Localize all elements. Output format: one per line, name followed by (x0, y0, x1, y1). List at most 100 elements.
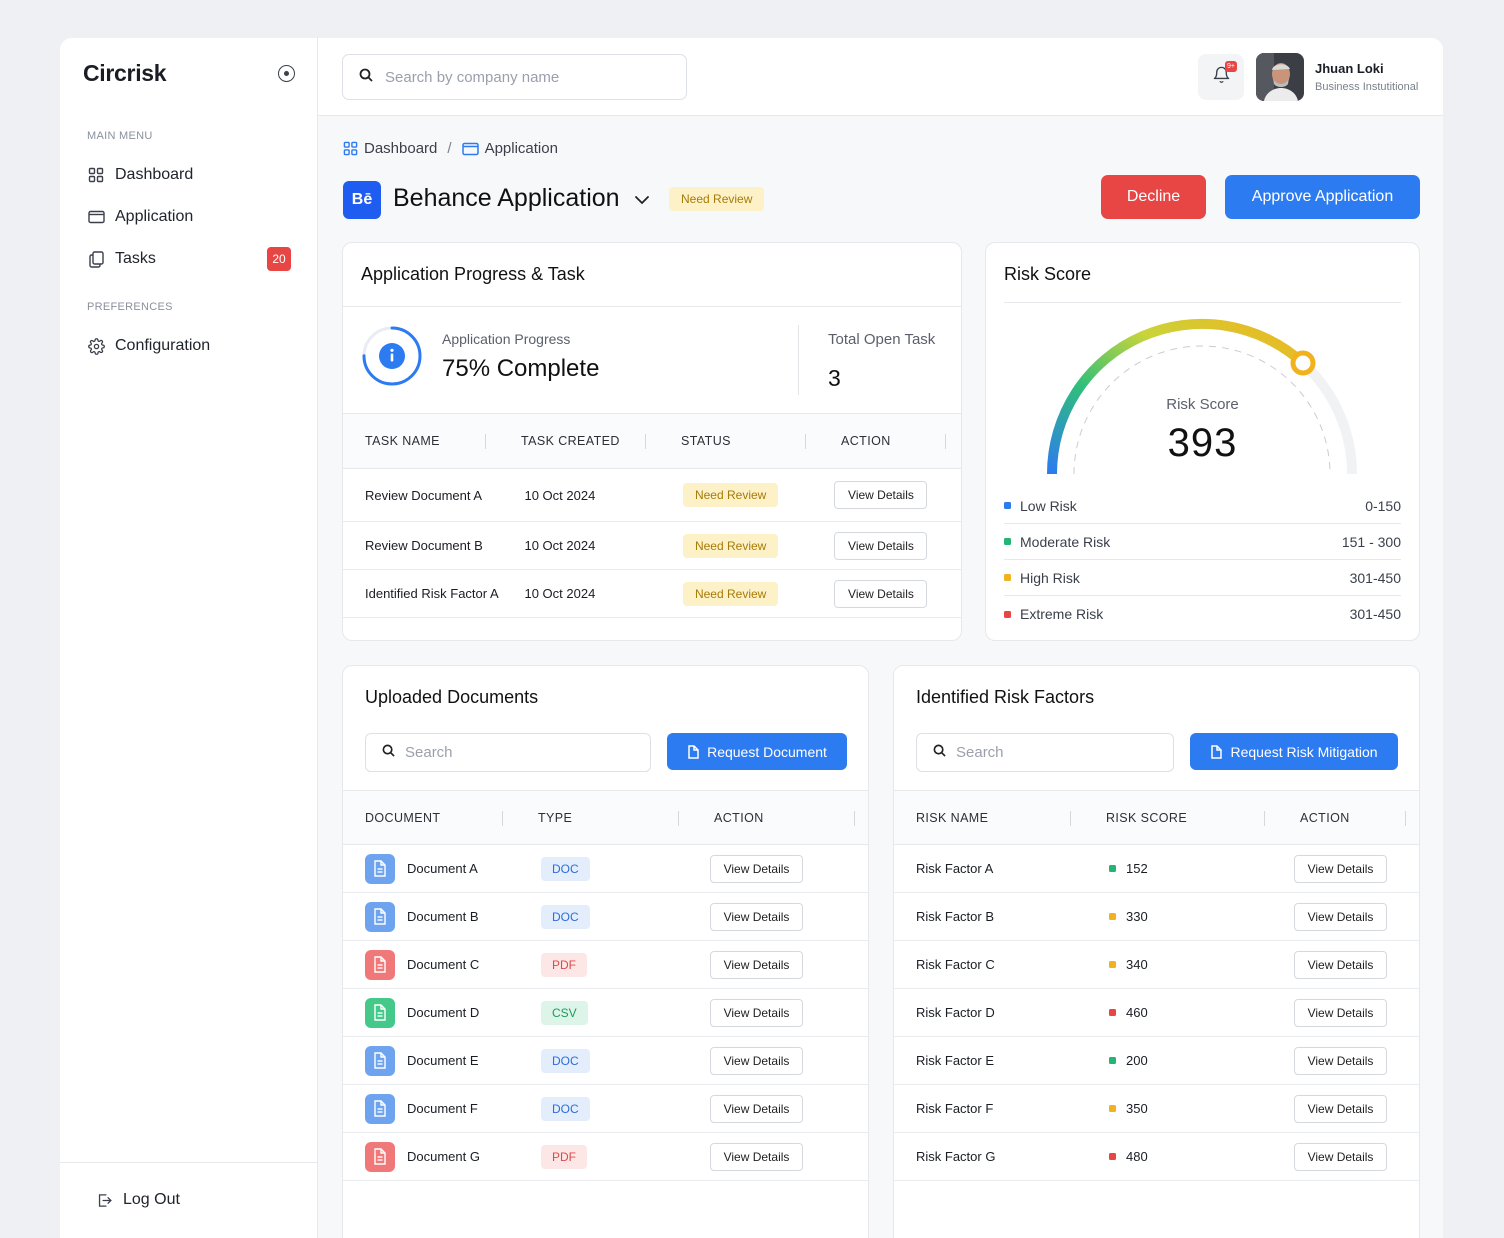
topbar: 9+ Jhuan Loki Business Instutitional (318, 38, 1443, 116)
table-row: Document A DOC View Details (343, 845, 868, 893)
sidebar-item-application[interactable]: Application (87, 202, 293, 232)
card-title: Identified Risk Factors (916, 687, 1095, 707)
divider (798, 325, 799, 395)
view-details-button[interactable]: View Details (710, 998, 803, 1027)
document-search[interactable] (365, 733, 651, 772)
file-type-badge: DOC (541, 856, 590, 881)
risk-legend: Low Risk 0-150 Moderate Risk 151 - 300 H… (1004, 488, 1401, 632)
main-menu-label: MAIN MENU (87, 130, 153, 142)
column-header: TASK NAME (343, 414, 486, 468)
avatar[interactable] (1256, 53, 1304, 101)
document-name: Document C (407, 957, 480, 972)
file-type-badge: DOC (541, 1048, 590, 1073)
request-risk-mitigation-button[interactable]: Request Risk Mitigation (1190, 733, 1398, 770)
legend-item: Low Risk 0-150 (1004, 488, 1401, 524)
view-details-button[interactable]: View Details (1294, 950, 1387, 979)
decline-button[interactable]: Decline (1101, 175, 1206, 219)
brand-logo: Circrisk (83, 60, 167, 86)
legend-range: 0-150 (1365, 497, 1401, 514)
progress-value: 75% Complete (442, 355, 600, 382)
breadcrumb-separator: / (447, 140, 452, 157)
risk-search[interactable] (916, 733, 1174, 772)
table-row: Review Document A 10 Oct 2024 Need Revie… (343, 469, 961, 522)
sidebar-item-label: Tasks (115, 250, 156, 267)
column-header: DOCUMENT (343, 791, 503, 844)
document-name: Document A (407, 861, 478, 876)
document-name: Document E (407, 1053, 479, 1068)
view-details-button[interactable]: View Details (834, 531, 928, 560)
risk-name: Risk Factor G (916, 1149, 996, 1164)
view-details-button[interactable]: View Details (710, 854, 803, 883)
search-icon (933, 744, 946, 762)
table-row: Risk Factor G 480 View Details (894, 1133, 1419, 1181)
view-details-button[interactable]: View Details (834, 579, 928, 608)
breadcrumb-dashboard[interactable]: Dashboard (343, 140, 437, 157)
logout-area: Log Out (60, 1162, 318, 1238)
document-name: Document G (407, 1149, 480, 1164)
legend-swatch (1004, 502, 1011, 509)
table-header: TASK NAME TASK CREATED STATUS ACTION (343, 413, 961, 469)
table-row: Document E DOC View Details (343, 1037, 868, 1085)
request-document-button[interactable]: Request Document (667, 733, 847, 770)
document-file-icon (365, 901, 395, 932)
view-details-button[interactable]: View Details (710, 1046, 803, 1075)
view-details-button[interactable]: View Details (1294, 1142, 1387, 1171)
sidebar-item-configuration[interactable]: Configuration (87, 331, 293, 361)
view-details-button[interactable]: View Details (710, 1094, 803, 1123)
chevron-down-icon[interactable] (634, 192, 650, 210)
table-row: Document B DOC View Details (343, 893, 868, 941)
risk-level-indicator (1109, 1105, 1116, 1112)
approve-application-button[interactable]: Approve Application (1225, 175, 1420, 219)
identified-risk-factors-card: Identified Risk Factors Request Risk Mit… (893, 665, 1420, 1238)
window-icon (461, 142, 479, 155)
view-details-button[interactable]: View Details (710, 950, 803, 979)
view-details-button[interactable]: View Details (1294, 998, 1387, 1027)
sidebar: Circrisk MAIN MENU Dashboard Application… (60, 38, 318, 1238)
risk-search-input[interactable] (956, 744, 1136, 761)
legend-range: 301-450 (1349, 569, 1401, 586)
risk-level-indicator (1109, 913, 1116, 920)
copy-icon (87, 250, 105, 268)
application-progress-card: Application Progress & Task Application … (342, 242, 962, 641)
logout-button[interactable]: Log Out (95, 1191, 180, 1209)
view-details-button[interactable]: View Details (710, 1142, 803, 1171)
document-file-icon (365, 1045, 395, 1076)
file-icon (688, 744, 699, 759)
view-details-button[interactable]: View Details (1294, 1046, 1387, 1075)
progress-label: Application Progress (442, 331, 571, 347)
risk-score-value: 393 (1167, 421, 1238, 465)
sidebar-item-tasks[interactable]: Tasks 20 (87, 244, 293, 274)
breadcrumb-application[interactable]: Application (461, 140, 558, 157)
view-details-button[interactable]: View Details (1294, 1094, 1387, 1123)
view-details-button[interactable]: View Details (1294, 854, 1387, 883)
task-table: TASK NAME TASK CREATED STATUS ACTION Rev… (343, 413, 961, 618)
risk-level-indicator (1109, 961, 1116, 968)
status-badge: Need Review (682, 533, 779, 558)
sidebar-item-dashboard[interactable]: Dashboard (87, 160, 293, 190)
notification-button[interactable]: 9+ (1198, 54, 1244, 100)
document-search-input[interactable] (405, 744, 585, 761)
view-details-button[interactable]: View Details (710, 902, 803, 931)
window-icon (87, 208, 105, 226)
card-title: Application Progress & Task (361, 264, 585, 284)
legend-swatch (1004, 610, 1011, 618)
table-row: Review Document B 10 Oct 2024 Need Revie… (343, 522, 961, 570)
table-row: Identified Risk Factor A 10 Oct 2024 Nee… (343, 570, 961, 618)
divider (343, 306, 961, 307)
table-row: Document C PDF View Details (343, 941, 868, 989)
sidebar-toggle-icon[interactable] (278, 65, 295, 82)
company-search[interactable] (342, 54, 687, 100)
view-details-button[interactable]: View Details (834, 481, 928, 509)
table-row: Risk Factor C 340 View Details (894, 941, 1419, 989)
logout-icon (95, 1191, 113, 1209)
risk-name: Risk Factor D (916, 1005, 995, 1020)
company-search-input[interactable] (385, 68, 665, 86)
table-row: Risk Factor B 330 View Details (894, 893, 1419, 941)
page-title: Behance Application (393, 184, 620, 212)
view-details-button[interactable]: View Details (1294, 902, 1387, 931)
preferences-label: PREFERENCES (87, 301, 173, 313)
column-header: ACTION (806, 414, 946, 468)
search-icon (359, 68, 373, 87)
legend-swatch (1004, 574, 1011, 581)
card-title: Risk Score (1004, 264, 1092, 284)
